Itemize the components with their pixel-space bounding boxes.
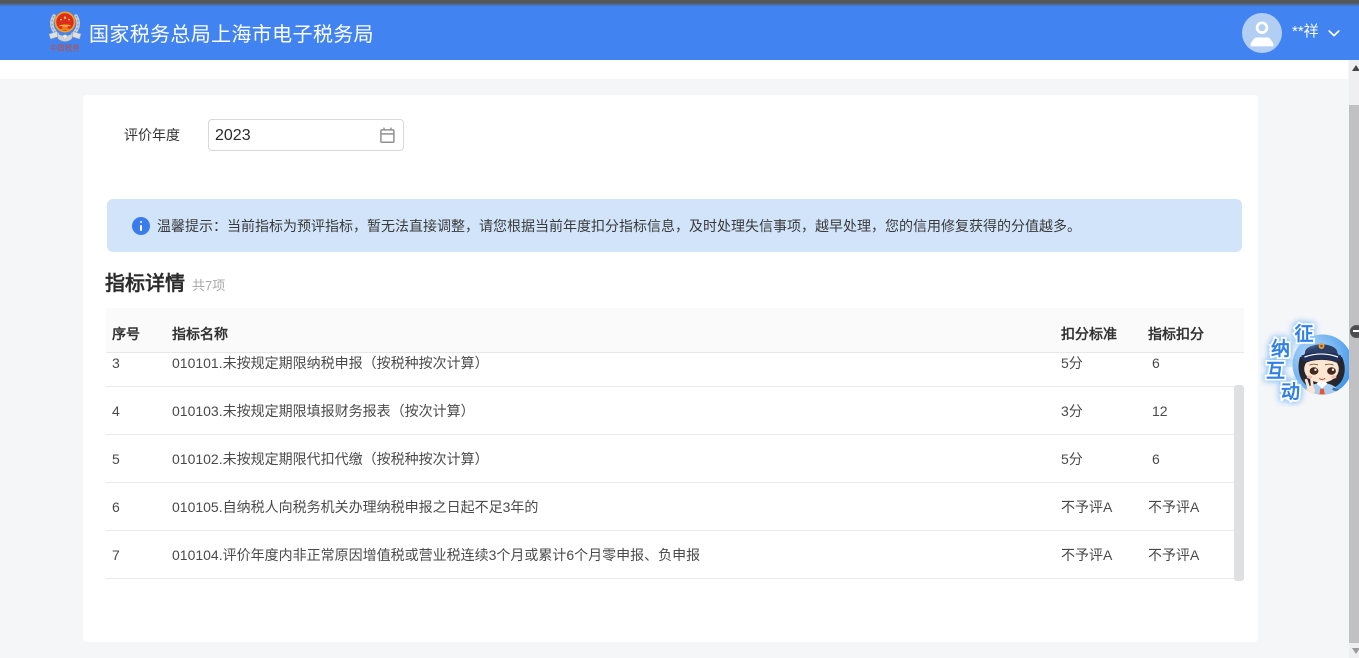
svg-text:征: 征 xyxy=(1295,322,1314,345)
svg-text:动: 动 xyxy=(1281,381,1300,403)
svg-text:中国税务: 中国税务 xyxy=(50,43,80,52)
svg-text:互: 互 xyxy=(1266,361,1285,382)
svg-text:纳: 纳 xyxy=(1271,337,1290,360)
